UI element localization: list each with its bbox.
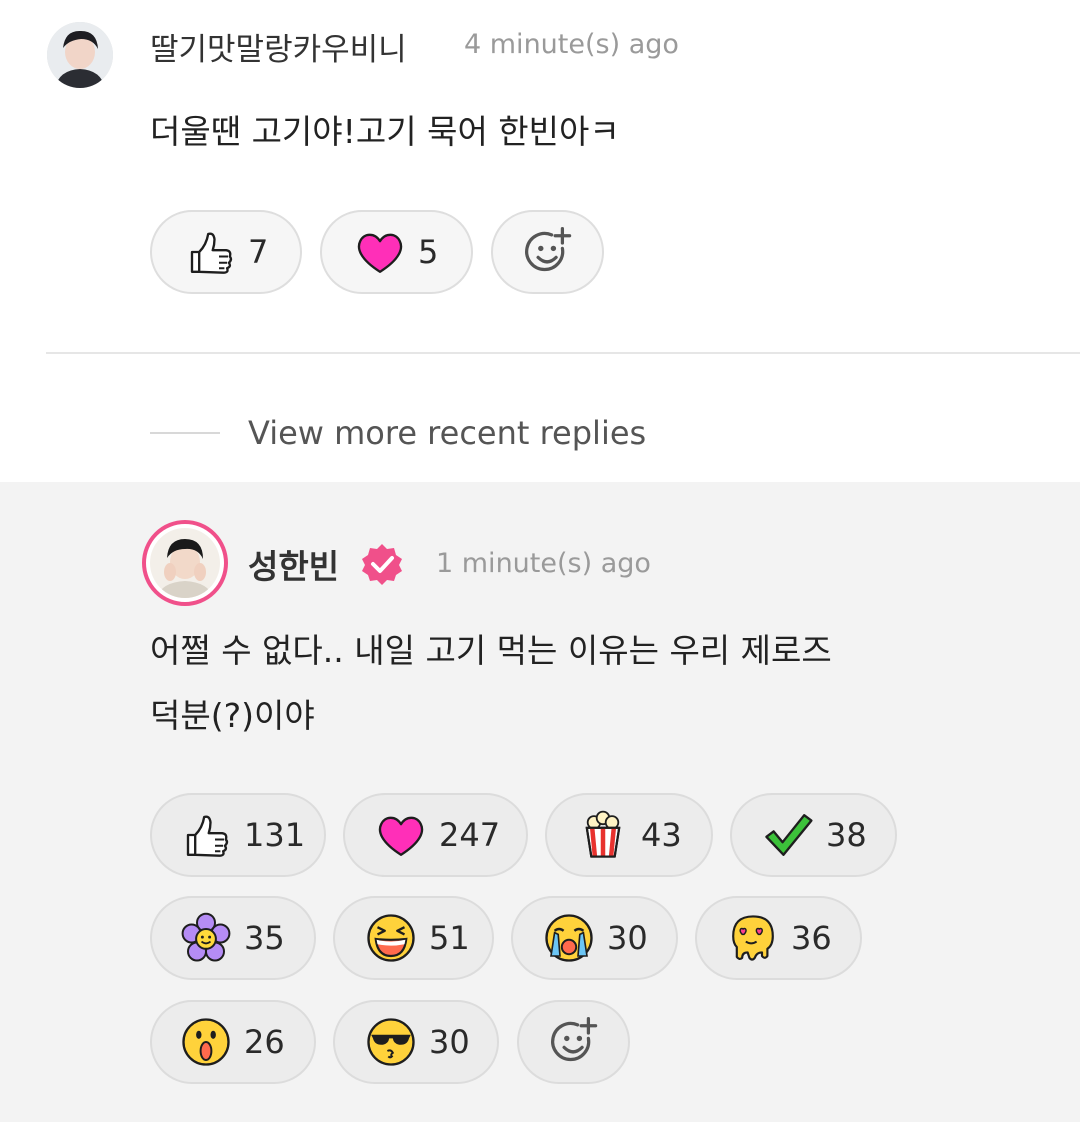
reaction-heart[interactable]: 247 — [343, 793, 528, 877]
reply-text-line-1: 어쩔 수 없다.. 내일 고기 먹는 이유는 우리 제로즈 — [150, 631, 832, 670]
reaction-count: 30 — [607, 919, 648, 957]
reaction-melting-heart-eyes[interactable]: 36 — [695, 896, 862, 980]
add-reaction-button[interactable] — [491, 210, 604, 294]
comment-divider — [46, 352, 1080, 354]
reaction-count: 247 — [439, 816, 501, 854]
reaction-count: 38 — [826, 816, 867, 854]
comment-text: 더울땐 고기야!고기 묵어 한빈아ㅋ — [150, 112, 620, 151]
reaction-count: 7 — [248, 233, 269, 271]
reaction-flower[interactable]: 35 — [150, 896, 316, 980]
commenter-username[interactable]: 딸기맛말랑카우비니 — [150, 24, 407, 69]
heart-icon — [373, 807, 429, 863]
reaction-count: 35 — [244, 919, 285, 957]
reaction-count: 43 — [641, 816, 682, 854]
reaction-checkmark[interactable]: 38 — [730, 793, 897, 877]
reaction-count: 26 — [244, 1023, 285, 1061]
reaction-heart[interactable]: 5 — [320, 210, 473, 294]
reaction-count: 5 — [418, 233, 439, 271]
view-more-replies-link[interactable]: View more recent replies — [248, 414, 646, 452]
replier-username[interactable]: 성한빈 — [248, 540, 339, 588]
surprised-face-icon — [178, 1014, 234, 1070]
thread-line — [150, 432, 220, 434]
reaction-count: 51 — [429, 919, 470, 957]
laughing-face-icon — [363, 910, 419, 966]
checkmark-icon — [760, 807, 816, 863]
reaction-sunglasses[interactable]: 30 — [333, 1000, 499, 1084]
reaction-thumbs-up[interactable]: 131 — [150, 793, 326, 877]
crying-face-icon — [541, 910, 597, 966]
reply-timestamp: 1 minute(s) ago — [436, 548, 651, 579]
reaction-count: 131 — [244, 816, 306, 854]
sunglasses-face-icon — [363, 1014, 419, 1070]
heart-icon — [352, 224, 408, 280]
reaction-laughing[interactable]: 51 — [333, 896, 494, 980]
reply-text-line-2: 덕분(?)이야 — [150, 696, 315, 735]
thumbs-up-icon — [178, 807, 234, 863]
reply-section: 성한빈 1 minute(s) ago 어쩔 수 없다.. 내일 고기 먹는 이… — [0, 482, 1080, 1122]
comment-timestamp: 4 minute(s) ago — [464, 29, 679, 60]
add-reaction-button[interactable] — [517, 1000, 630, 1084]
thumbs-up-icon — [182, 224, 238, 280]
reaction-popcorn[interactable]: 43 — [545, 793, 713, 877]
reaction-thumbs-up[interactable]: 7 — [150, 210, 302, 294]
add-emoji-icon — [520, 224, 576, 280]
replier-avatar[interactable] — [142, 520, 228, 606]
popcorn-icon — [575, 807, 631, 863]
flower-icon — [178, 910, 234, 966]
reaction-surprised[interactable]: 26 — [150, 1000, 316, 1084]
reaction-count: 36 — [791, 919, 832, 957]
add-emoji-icon — [546, 1014, 602, 1070]
melting-heart-eyes-icon — [725, 910, 781, 966]
reaction-crying[interactable]: 30 — [511, 896, 678, 980]
reaction-count: 30 — [429, 1023, 470, 1061]
verified-badge-icon — [360, 542, 404, 586]
commenter-avatar[interactable] — [47, 22, 113, 88]
